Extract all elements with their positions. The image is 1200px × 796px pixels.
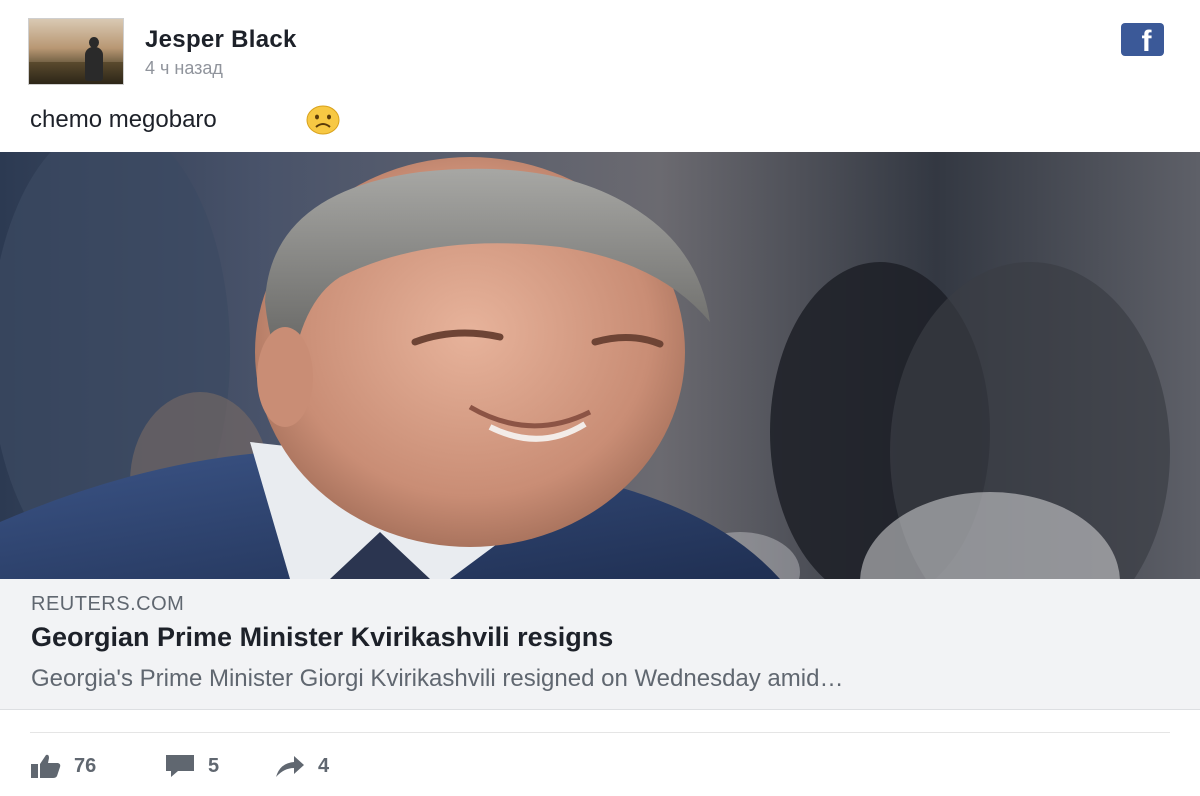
comment-button[interactable]: 5	[164, 750, 219, 782]
like-button[interactable]: 76	[30, 750, 96, 782]
link-domain: REUTERS.COM	[31, 593, 185, 615]
facebook-icon[interactable]: f	[1121, 23, 1164, 56]
post-timestamp[interactable]: 4 ч назад	[145, 58, 223, 79]
thumbs-up-icon	[31, 754, 61, 778]
post-text: chemo megobaro	[30, 106, 217, 133]
sad-face-emoji-icon	[306, 105, 340, 135]
facebook-post-embed: Jesper Black 4 ч назад f chemo megobaro	[0, 0, 1200, 796]
author-avatar[interactable]	[28, 18, 124, 85]
avatar-ground	[29, 62, 123, 84]
actions-divider	[30, 732, 1170, 733]
comment-count: 5	[208, 754, 220, 777]
share-count: 4	[318, 754, 330, 777]
comment-icon	[166, 755, 194, 777]
article-photo[interactable]	[0, 152, 1200, 579]
author-name[interactable]: Jesper Black	[145, 26, 297, 54]
link-description: Georgia's Prime Minister Giorgi Kvirikas…	[31, 665, 844, 692]
avatar-figure-body	[85, 47, 103, 81]
link-title[interactable]: Georgian Prime Minister Kvirikashvili re…	[31, 622, 613, 653]
link-preview[interactable]: REUTERS.COM Georgian Prime Minister Kvir…	[0, 579, 1200, 710]
share-button[interactable]: 4	[274, 750, 329, 782]
like-count: 76	[74, 754, 97, 777]
share-arrow-icon	[276, 756, 304, 777]
